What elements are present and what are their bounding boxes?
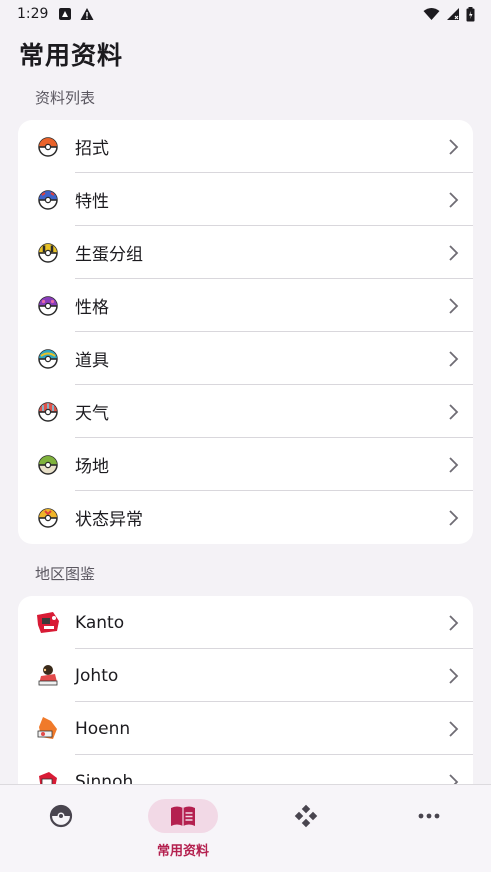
nav-label-common-data: 常用资料 [156, 844, 209, 859]
list-item-label: Johto [75, 665, 119, 686]
list-item-terrain[interactable]: 场地 [18, 438, 473, 491]
list-item-items[interactable]: 道具 [18, 332, 473, 385]
list-item-label: 招式 [75, 139, 109, 159]
nav-tab-pokedex[interactable] [0, 785, 122, 872]
nav-pill [394, 799, 464, 833]
chevron-right-icon [449, 668, 459, 684]
chevron-right-icon [449, 298, 459, 314]
list-item-label: 性格 [75, 298, 109, 318]
list-item-natures[interactable]: 性格 [18, 279, 473, 332]
hoenn-region-icon [37, 717, 57, 739]
status-bar: 1:29 [0, 0, 491, 28]
johto-region-icon [38, 665, 58, 686]
chevron-right-icon [449, 139, 459, 155]
page-title: 常用资料 [19, 41, 124, 70]
wifi-icon [423, 8, 440, 20]
nav-tab-more[interactable] [368, 785, 490, 872]
section-header-regional-dex: 地区图鉴 [35, 565, 96, 583]
list-item-label: 生蛋分组 [75, 245, 143, 265]
status-time: 1:29 [17, 6, 49, 22]
master-ball-icon [38, 296, 58, 316]
book-nav-icon [171, 806, 195, 826]
list-item-sinnoh[interactable]: Sinnoh [18, 755, 473, 784]
cellular-signal-icon [447, 8, 459, 20]
section-header-data-list: 资料列表 [35, 89, 96, 107]
status-right-group [423, 6, 475, 22]
list-item-egg-groups[interactable]: 生蛋分组 [18, 226, 473, 279]
list-item-label: Hoenn [75, 718, 131, 739]
list-item-johto[interactable]: Johto [18, 649, 473, 702]
chevron-right-icon [449, 510, 459, 526]
chevron-right-icon [449, 721, 459, 737]
chevron-right-icon [449, 245, 459, 261]
bottom-navigation-bar: 常用资料 [0, 784, 491, 872]
dive-ball-icon [38, 349, 58, 369]
list-item-abilities[interactable]: 特性 [18, 173, 473, 226]
net-ball-icon [38, 402, 58, 422]
nav-tab-common-data[interactable]: 常用资料 [122, 785, 244, 872]
notification-app-icon [59, 8, 72, 20]
pokeball-nav-icon [49, 804, 73, 828]
battery-icon [466, 6, 475, 21]
list-item-moves[interactable]: 招式 [18, 120, 473, 173]
list-item-kanto[interactable]: Kanto [18, 596, 473, 649]
list-item-status-conditions[interactable]: 状态异常 [18, 491, 473, 544]
great-ball-icon [38, 190, 58, 210]
sinnoh-region-icon [39, 772, 57, 784]
chevron-right-icon [449, 404, 459, 420]
warning-icon [80, 8, 94, 20]
chevron-right-icon [449, 774, 459, 784]
kanto-region-icon [37, 612, 59, 633]
gamepad-nav-icon [294, 804, 318, 828]
nest-ball-icon [38, 455, 58, 475]
list-item-label: 道具 [75, 351, 109, 371]
data-list-card: 招式 特性 生蛋分组 性格 道具 天气 场地 状态异常 [18, 120, 473, 544]
nav-pill [271, 799, 341, 833]
chevron-right-icon [449, 192, 459, 208]
list-item-label: Sinnoh [75, 771, 134, 785]
content-scroll-area[interactable]: 资料列表 招式 特性 生蛋分组 性格 道具 天气 场地 状态异常 地区图鉴 Ka… [0, 78, 491, 784]
chevron-right-icon [449, 351, 459, 367]
list-item-label: 状态异常 [75, 510, 143, 530]
regional-dex-card: Kanto Johto Hoenn Sinnoh [18, 596, 473, 784]
ultra-ball-icon [38, 243, 58, 263]
chevron-right-icon [449, 615, 459, 631]
nav-pill [26, 799, 96, 833]
list-item-weather[interactable]: 天气 [18, 385, 473, 438]
more-nav-icon [418, 813, 440, 819]
list-item-label: 特性 [75, 192, 109, 212]
poke-ball-icon [38, 137, 58, 157]
nav-tab-games[interactable] [245, 785, 367, 872]
list-item-label: Kanto [75, 612, 125, 633]
list-item-label: 场地 [75, 457, 109, 477]
list-item-hoenn[interactable]: Hoenn [18, 702, 473, 755]
fast-ball-icon [38, 508, 58, 528]
chevron-right-icon [449, 457, 459, 473]
nav-pill-active [148, 799, 218, 833]
list-item-label: 天气 [75, 404, 109, 424]
